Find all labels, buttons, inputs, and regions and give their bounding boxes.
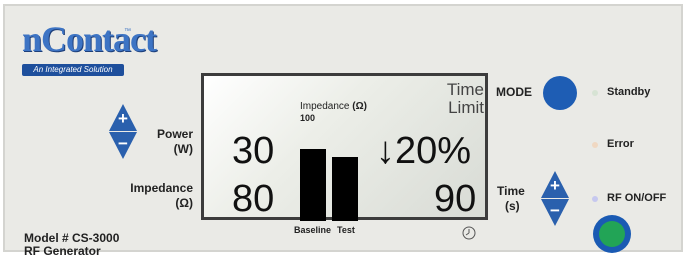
plus-icon: +	[550, 176, 560, 195]
time-value: 90	[434, 178, 477, 220]
time-label-text: Time	[497, 184, 525, 198]
standby-label: Standby	[607, 86, 651, 98]
model-type: RF Generator	[24, 244, 101, 258]
clock-icon	[462, 226, 476, 240]
logo-trademark: ™	[124, 28, 131, 35]
impedance-label: Impedance (Ω)	[105, 181, 193, 211]
time-adjust: + −	[541, 171, 569, 226]
impedance-drop: ↓20%	[376, 130, 472, 172]
mode-button[interactable]	[543, 76, 577, 110]
rf-led-icon	[592, 196, 598, 202]
impedance-graph-unit: (Ω)	[352, 101, 367, 112]
time-unit-text: (s)	[505, 199, 520, 213]
mode-label: MODE	[496, 85, 532, 99]
logo-brand: nContact	[22, 19, 157, 59]
impedance-label-text: Impedance	[130, 181, 193, 195]
error-label: Error	[607, 138, 634, 150]
impedance-unit-text: (Ω)	[175, 196, 193, 210]
power-label-text: Power	[156, 127, 193, 141]
time-limit-line2: Limit	[448, 98, 484, 117]
time-limit-line1: Time	[446, 80, 484, 99]
baseline-label: Baseline	[294, 225, 332, 235]
plus-icon: +	[118, 109, 128, 128]
time-label: Time (s)	[497, 184, 525, 214]
time-limit-label: Time Limit	[434, 81, 484, 117]
impedance-value: 80	[232, 178, 275, 220]
test-label: Test	[337, 225, 355, 235]
baseline-bar	[300, 149, 326, 221]
power-value: 30	[232, 130, 275, 172]
rf-on-off-label: RF ON/OFF	[607, 192, 667, 204]
power-label: Power (W)	[125, 127, 193, 157]
standby-led-icon	[592, 90, 598, 96]
logo-tagline: An Integrated Solution	[22, 64, 124, 76]
ncontact-logo: nContact ™ An Integrated Solution	[22, 21, 157, 77]
generator-front-panel: nContact ™ An Integrated Solution + − Po…	[3, 4, 683, 258]
impedance-scale: 100	[300, 113, 316, 123]
power-unit-text: (W)	[173, 142, 193, 156]
test-bar	[332, 157, 358, 221]
model-label: Model # CS-3000 RF Generator	[24, 232, 119, 258]
error-led-icon	[592, 142, 598, 148]
impedance-graph-title: Impedance	[300, 101, 350, 112]
minus-icon: −	[550, 201, 560, 220]
lcd-display: 30 80 Impedance (Ω) 100 Baseline Test Ti…	[201, 73, 488, 240]
rf-on-off-button[interactable]	[593, 215, 631, 253]
rf-button-center	[599, 221, 625, 247]
